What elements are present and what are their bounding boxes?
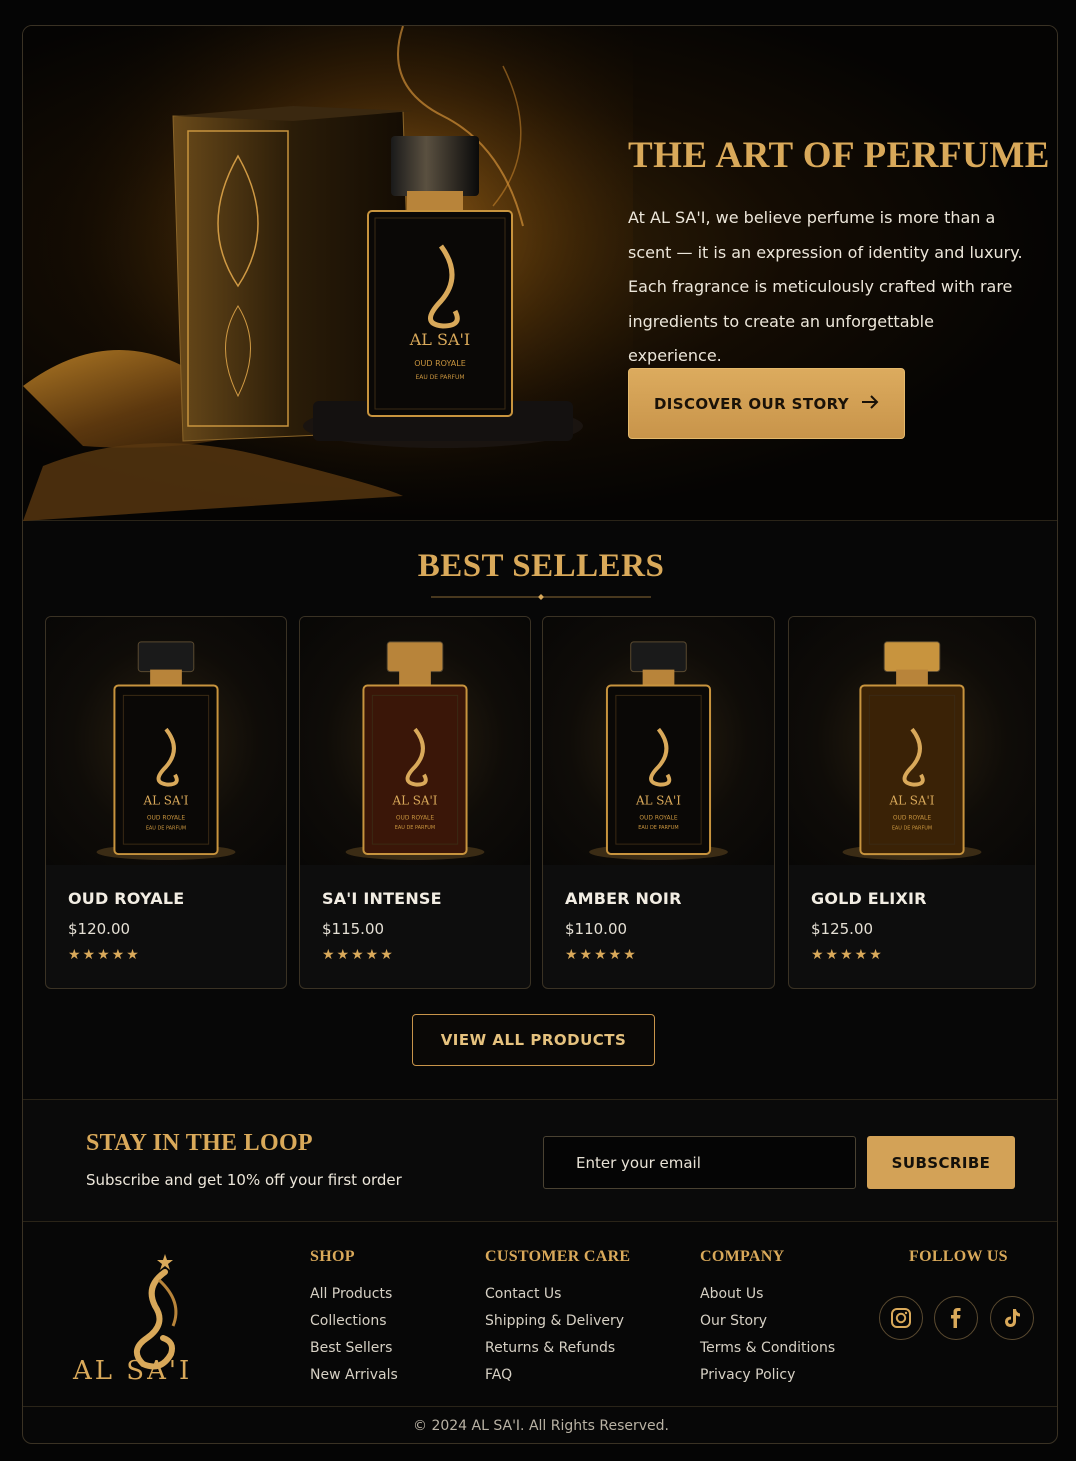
email-input[interactable] xyxy=(543,1136,856,1189)
rating-stars-icon: ★★★★★ xyxy=(811,947,884,963)
footer-link-returns[interactable]: Returns & Refunds xyxy=(485,1335,630,1362)
hero-description: At AL SA'I, we believe perfume is more t… xyxy=(628,208,1023,365)
product-image: AL SA'I OUD ROYALE EAU DE PARFUM xyxy=(789,617,1035,865)
facebook-icon[interactable] xyxy=(934,1296,978,1340)
arrow-right-icon xyxy=(861,394,879,413)
rating-stars-icon: ★★★★★ xyxy=(322,947,395,963)
footer-link-all-products[interactable]: All Products xyxy=(310,1281,398,1308)
bottle-type-text: EAU DE PARFUM xyxy=(395,825,435,831)
best-sellers-title: BEST SELLERS xyxy=(417,548,665,584)
tiktok-icon[interactable] xyxy=(990,1296,1034,1340)
footer-care-heading: CUSTOMER CARE xyxy=(485,1248,631,1265)
subscribe-button[interactable]: SUBSCRIBE xyxy=(867,1136,1015,1189)
footer-link-about-us[interactable]: About Us xyxy=(700,1281,835,1308)
footer-shop-heading: SHOP xyxy=(310,1248,355,1265)
svg-text:AL SA'I: AL SA'I xyxy=(409,330,471,349)
hero-section: AL SA'I OUD ROYALE EAU DE PARFUM THE ART… xyxy=(23,26,1057,521)
bottle-brand-text: AL SA'I xyxy=(889,793,935,807)
rating-stars-icon: ★★★★★ xyxy=(565,947,638,963)
product-image: AL SA'I OUD ROYALE EAU DE PARFUM xyxy=(46,617,286,865)
bottle-brand-text: AL SA'I xyxy=(392,793,438,807)
footer-link-contact-us[interactable]: Contact Us xyxy=(485,1281,630,1308)
view-all-products-button[interactable]: VIEW ALL PRODUCTS xyxy=(412,1014,655,1066)
footer-company-heading: COMPANY xyxy=(700,1248,785,1265)
product-name[interactable]: GOLD ELIXIR xyxy=(811,889,927,908)
footer-follow-column: FOLLOW US xyxy=(909,1248,1008,1281)
footer-shop-column: SHOP All Products Collections Best Selle… xyxy=(310,1248,398,1389)
footer-link-new-arrivals[interactable]: New Arrivals xyxy=(310,1362,398,1389)
bottle-type-text: EAU DE PARFUM xyxy=(892,825,932,831)
bottle-brand-text: AL SA'I xyxy=(143,793,189,807)
bottle-brand-text: AL SA'I xyxy=(635,793,681,807)
newsletter-section: STAY IN THE LOOP Subscribe and get 10% o… xyxy=(23,1099,1057,1222)
hero-product-image: AL SA'I OUD ROYALE EAU DE PARFUM xyxy=(23,26,633,521)
hero-title: THE ART OF PERFUME xyxy=(628,135,1050,176)
svg-text:OUD ROYALE: OUD ROYALE xyxy=(414,359,466,368)
product-name[interactable]: OUD ROYALE xyxy=(68,889,184,908)
footer-link-privacy[interactable]: Privacy Policy xyxy=(700,1362,835,1389)
discover-button-label: DISCOVER OUR STORY xyxy=(653,394,850,413)
product-price: $115.00 xyxy=(322,920,385,938)
footer-follow-heading: FOLLOW US xyxy=(909,1248,1008,1265)
bottle-name-text: OUD ROYALE xyxy=(893,814,931,821)
product-price: $110.00 xyxy=(565,920,628,938)
product-card[interactable]: AL SA'I OUD ROYALE EAU DE PARFUM OUD ROYALE… xyxy=(45,616,287,989)
product-name[interactable]: SA'I INTENSE xyxy=(322,889,442,908)
product-price: $120.00 xyxy=(68,920,131,938)
bottle-type-text: EAU DE PARFUM xyxy=(146,825,186,831)
bottle-name-text: OUD ROYALE xyxy=(147,814,185,821)
rating-stars-icon: ★★★★★ xyxy=(68,947,141,963)
product-card[interactable]: AL SA'I OUD ROYALE EAU DE PARFUM GOLD ELIXI… xyxy=(788,616,1036,989)
footer-link-shipping[interactable]: Shipping & Delivery xyxy=(485,1308,630,1335)
product-card[interactable]: AL SA'I OUD ROYALE EAU DE PARFUM AMBER NOIR… xyxy=(542,616,775,989)
title-divider xyxy=(431,594,651,600)
svg-text:EAU DE PARFUM: EAU DE PARFUM xyxy=(415,374,464,381)
brand-logo-text: AL SA'I xyxy=(73,1356,193,1386)
product-card[interactable]: AL SA'I OUD ROYALE EAU DE PARFUM SA'I INTEN… xyxy=(299,616,531,989)
copyright-text: © 2024 AL SA'I. All Rights Reserved. xyxy=(23,1406,1057,1443)
product-image: AL SA'I OUD ROYALE EAU DE PARFUM xyxy=(300,617,530,865)
product-price: $125.00 xyxy=(811,920,874,938)
newsletter-title: STAY IN THE LOOP xyxy=(86,1130,313,1156)
product-name[interactable]: AMBER NOIR xyxy=(565,889,682,908)
footer-company-column: COMPANY About Us Our Story Terms & Condi… xyxy=(700,1248,835,1389)
newsletter-subtitle: Subscribe and get 10% off your first ord… xyxy=(86,1171,402,1189)
footer-link-collections[interactable]: Collections xyxy=(310,1308,398,1335)
instagram-icon[interactable] xyxy=(879,1296,923,1340)
footer-link-faq[interactable]: FAQ xyxy=(485,1362,630,1389)
bottle-name-text: OUD ROYALE xyxy=(396,814,434,821)
bottle-type-text: EAU DE PARFUM xyxy=(638,825,678,831)
bottle-name-text: OUD ROYALE xyxy=(639,814,677,821)
footer-link-terms[interactable]: Terms & Conditions xyxy=(700,1335,835,1362)
footer-link-best-sellers[interactable]: Best Sellers xyxy=(310,1335,398,1362)
footer-link-our-story[interactable]: Our Story xyxy=(700,1308,835,1335)
product-image: AL SA'I OUD ROYALE EAU DE PARFUM xyxy=(543,617,774,865)
page-frame: AL SA'I OUD ROYALE EAU DE PARFUM THE ART… xyxy=(22,25,1058,1444)
discover-our-story-button[interactable]: DISCOVER OUR STORY xyxy=(628,368,905,439)
footer-care-column: CUSTOMER CARE Contact Us Shipping & Deli… xyxy=(485,1248,630,1389)
